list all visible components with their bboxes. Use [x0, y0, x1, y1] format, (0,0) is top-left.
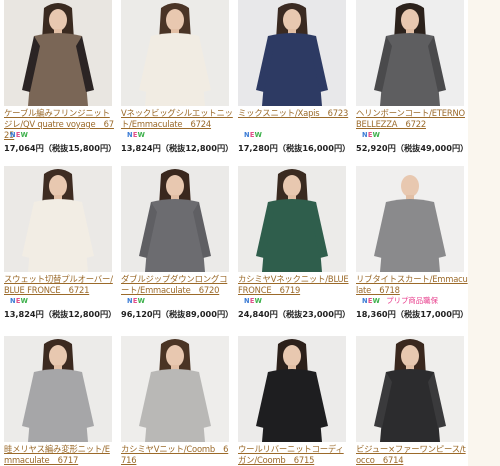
model-photo-icon [356, 336, 464, 442]
model-photo-icon [121, 336, 229, 442]
new-badge: NEW [244, 131, 263, 139]
badge-row: NEW [238, 296, 262, 306]
product-card[interactable]: ダブルジップダウンロングコート/Emmaculate 6720 NEW 96,1… [121, 166, 233, 326]
product-title-link[interactable]: ビジュー×ファーワンピース/tocco 6714 [356, 444, 468, 466]
product-price: 13,824円（税抜12,800円） [121, 143, 234, 153]
product-photo[interactable] [238, 0, 346, 106]
new-badge: NEW [10, 131, 29, 139]
model-photo-icon [4, 0, 112, 106]
product-title-link[interactable]: スウェット切替プルオーバー/BLUE FRONCE 6721 [4, 274, 116, 296]
product-title-link[interactable]: リブタイトスカート/Emmaculate 6718 [356, 274, 468, 296]
model-photo-icon [238, 336, 346, 442]
sale-note: プリプ商品職保 [386, 296, 438, 305]
product-photo[interactable] [4, 166, 112, 272]
new-badge: NEW [362, 297, 381, 305]
product-card[interactable]: 畦メリヤス編み変形ニット/Emmaculate 6717 [4, 336, 116, 466]
product-price: 96,120円（税抜89,000円） [121, 309, 234, 319]
product-title-link[interactable]: ヘリンボーンコート/ETERNO BELLEZZA 6722 [356, 108, 468, 130]
product-photo[interactable] [356, 336, 464, 442]
product-photo[interactable] [121, 336, 229, 442]
product-photo[interactable] [238, 336, 346, 442]
product-card[interactable]: Vネックビッグシルエットニット/Emmaculate 6724 NEW 13,8… [121, 0, 233, 160]
product-title-link[interactable]: 畦メリヤス編み変形ニット/Emmaculate 6717 [4, 444, 116, 466]
new-badge: NEW [10, 297, 29, 305]
product-photo[interactable] [356, 166, 464, 272]
product-title-link[interactable]: Vネックビッグシルエットニット/Emmaculate 6724 [121, 108, 233, 130]
badge-row: NEW [121, 296, 145, 306]
badge-row: NEW [356, 130, 380, 140]
new-badge: NEW [244, 297, 263, 305]
new-badge: NEW [127, 131, 146, 139]
product-card[interactable]: カシミヤVニット/Coomb 6716 [121, 336, 233, 466]
product-card[interactable]: ウールリバーニットコーディガン/Coomb 6715 [238, 336, 350, 466]
product-card[interactable]: スウェット切替プルオーバー/BLUE FRONCE 6721 NEW 13,82… [4, 166, 116, 326]
new-badge: NEW [362, 131, 381, 139]
new-badge: NEW [127, 297, 146, 305]
product-price: 13,824円（税抜12,800円） [4, 309, 117, 319]
model-photo-icon [121, 166, 229, 272]
badge-row: NEW プリプ商品職保 [356, 296, 438, 306]
model-photo-icon [4, 336, 112, 442]
product-card[interactable]: ヘリンボーンコート/ETERNO BELLEZZA 6722 NEW 52,92… [356, 0, 468, 160]
product-card[interactable]: リブタイトスカート/Emmaculate 6718 NEW プリプ商品職保 18,… [356, 166, 468, 326]
product-price: 17,280円（税抜16,000円） [238, 143, 351, 153]
product-card[interactable]: ビジュー×ファーワンピース/tocco 6714 [356, 336, 468, 466]
product-photo[interactable] [4, 0, 112, 106]
product-card[interactable]: ケーブル編みフリンジニットジレ/QV quatre voyage 6725 NE… [4, 0, 116, 160]
model-photo-icon [238, 0, 346, 106]
product-photo[interactable] [356, 0, 464, 106]
model-photo-icon [4, 166, 112, 272]
product-price: 52,920円（税抜49,000円） [356, 143, 469, 153]
product-grid: ケーブル編みフリンジニットジレ/QV quatre voyage 6725 NE… [0, 0, 500, 466]
product-title-link[interactable]: ウールリバーニットコーディガン/Coomb 6715 [238, 444, 350, 466]
product-card[interactable]: カシミヤVネックニット/BLUE FRONCE 6719 NEW 24,840円… [238, 166, 350, 326]
page-edge [468, 0, 500, 466]
product-photo[interactable] [121, 166, 229, 272]
badge-row: NEW [121, 130, 145, 140]
model-photo-icon [238, 166, 346, 272]
product-title-link[interactable]: カシミヤVネックニット/BLUE FRONCE 6719 [238, 274, 350, 296]
badge-row: NEW [238, 130, 262, 140]
product-title-link[interactable]: ミックスニット/Xapis 6723 [238, 108, 350, 119]
product-title-link[interactable]: ダブルジップダウンロングコート/Emmaculate 6720 [121, 274, 233, 296]
model-photo-icon [356, 166, 464, 272]
product-photo[interactable] [238, 166, 346, 272]
model-photo-icon [356, 0, 464, 106]
product-card[interactable]: ミックスニット/Xapis 6723 NEW 17,280円（税抜16,000円… [238, 0, 350, 160]
product-price: 18,360円（税抜17,000円） [356, 309, 469, 319]
product-title-link[interactable]: カシミヤVニット/Coomb 6716 [121, 444, 233, 466]
badge-row: NEW [4, 296, 28, 306]
product-price: 17,064円（税抜15,800円） [4, 143, 117, 153]
model-photo-icon [121, 0, 229, 106]
product-price: 24,840円（税抜23,000円） [238, 309, 351, 319]
product-photo[interactable] [121, 0, 229, 106]
badge-row: NEW [4, 130, 28, 140]
product-photo[interactable] [4, 336, 112, 442]
